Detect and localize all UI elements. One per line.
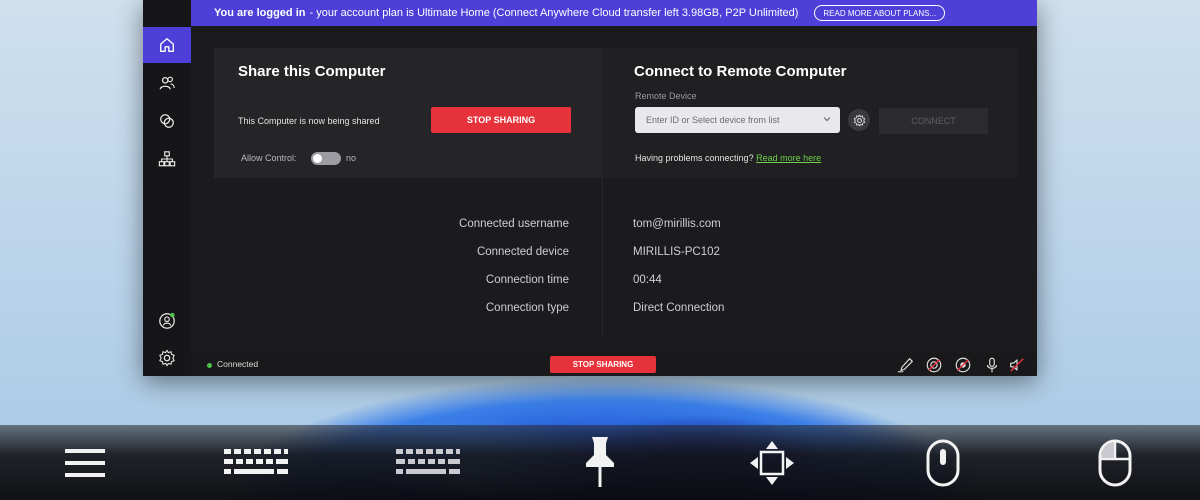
stop-sharing-button[interactable]: STOP SHARING bbox=[431, 107, 571, 133]
sidebar-item-groups[interactable] bbox=[143, 103, 191, 139]
sidebar-item-network[interactable] bbox=[143, 141, 191, 177]
connection-time-label: Connection time bbox=[485, 274, 569, 286]
keyboard-alt-icon bbox=[396, 448, 460, 474]
remote-device-label: Remote Device bbox=[635, 91, 697, 101]
connection-type-value: Direct Connection bbox=[633, 302, 725, 314]
connection-type-label: Connection type bbox=[485, 302, 569, 314]
account-plan-banner: You are logged in - your account plan is… bbox=[191, 0, 1037, 26]
speaker-muted-icon[interactable] bbox=[1008, 356, 1026, 374]
connected-device-value: MIRILLIS-PC102 bbox=[633, 246, 720, 258]
app-window: You are logged in - your account plan is… bbox=[143, 0, 1037, 376]
connected-username-label: Connected username bbox=[459, 218, 569, 230]
chevron-down-icon bbox=[823, 117, 831, 122]
keyboard-icon bbox=[224, 448, 288, 474]
connection-settings-button[interactable] bbox=[848, 109, 870, 131]
gear-icon bbox=[159, 349, 175, 367]
remote-device-select[interactable]: Enter ID or Select device from list bbox=[635, 107, 840, 133]
statusbar-stop-sharing-button[interactable]: STOP SHARING bbox=[550, 356, 656, 373]
microphone-icon[interactable] bbox=[983, 356, 1001, 374]
connect-title: Connect to Remote Computer bbox=[634, 63, 847, 80]
menu-icon bbox=[65, 448, 105, 477]
sidebar bbox=[143, 0, 191, 376]
allow-control-label: Allow Control: bbox=[241, 153, 297, 163]
connected-device-label: Connected device bbox=[476, 246, 569, 258]
problems-text: Having problems connecting? bbox=[635, 153, 754, 163]
home-icon bbox=[160, 38, 174, 52]
menu-button[interactable] bbox=[60, 425, 110, 500]
share-panel: Share this Computer This Computer is now… bbox=[214, 48, 602, 178]
read-more-plans-button[interactable]: READ MORE ABOUT PLANS... bbox=[814, 5, 946, 21]
share-status: This Computer is now being shared bbox=[238, 116, 380, 126]
pen-icon[interactable] bbox=[897, 356, 915, 374]
connected-status-text: Connected bbox=[217, 359, 259, 369]
device-placeholder: Enter ID or Select device from list bbox=[646, 115, 780, 125]
move-button[interactable] bbox=[745, 425, 799, 500]
mouse-touch-icon bbox=[926, 439, 960, 486]
allow-control-value: no bbox=[346, 153, 357, 163]
pin-icon bbox=[586, 436, 614, 487]
mouse-icon bbox=[1098, 439, 1132, 486]
pin-button[interactable] bbox=[575, 425, 625, 500]
users-icon bbox=[159, 76, 175, 90]
connect-button[interactable]: CONNECT bbox=[879, 108, 988, 134]
overlap-circles-icon bbox=[160, 114, 174, 128]
gear-icon bbox=[853, 114, 865, 126]
status-bar: Connected STOP SHARING bbox=[191, 352, 1037, 376]
connection-time-value: 00:44 bbox=[633, 274, 662, 286]
connected-status-dot bbox=[207, 363, 212, 368]
special-keys-button[interactable] bbox=[392, 425, 464, 500]
touch-mouse-button[interactable] bbox=[920, 425, 966, 500]
connected-username-value: tom@mirillis.com bbox=[633, 218, 721, 230]
allow-control-toggle[interactable] bbox=[311, 152, 341, 165]
problems-row: Having problems connecting? Read more he… bbox=[635, 153, 821, 163]
logged-in-label: You are logged in bbox=[214, 7, 306, 19]
sidebar-item-settings[interactable] bbox=[143, 340, 191, 376]
mouse-button[interactable] bbox=[1092, 425, 1138, 500]
sidebar-item-account[interactable] bbox=[143, 303, 191, 339]
plan-text: - your account plan is Ultimate Home (Co… bbox=[309, 7, 799, 19]
account-icon bbox=[159, 312, 175, 329]
connect-panel: Connect to Remote Computer Remote Device… bbox=[602, 48, 1017, 178]
record-icon[interactable] bbox=[954, 356, 972, 374]
move-arrows-icon bbox=[750, 440, 794, 485]
keyboard-button[interactable] bbox=[220, 425, 292, 500]
info-divider bbox=[602, 178, 603, 338]
share-title: Share this Computer bbox=[238, 63, 386, 80]
read-more-link[interactable]: Read more here bbox=[756, 153, 821, 163]
network-icon bbox=[158, 151, 176, 167]
sidebar-item-users[interactable] bbox=[143, 65, 191, 101]
target-icon[interactable] bbox=[925, 356, 943, 374]
sidebar-item-home[interactable] bbox=[143, 27, 191, 63]
remote-toolbar bbox=[0, 425, 1200, 500]
main-content: Share this Computer This Computer is now… bbox=[191, 26, 1037, 352]
